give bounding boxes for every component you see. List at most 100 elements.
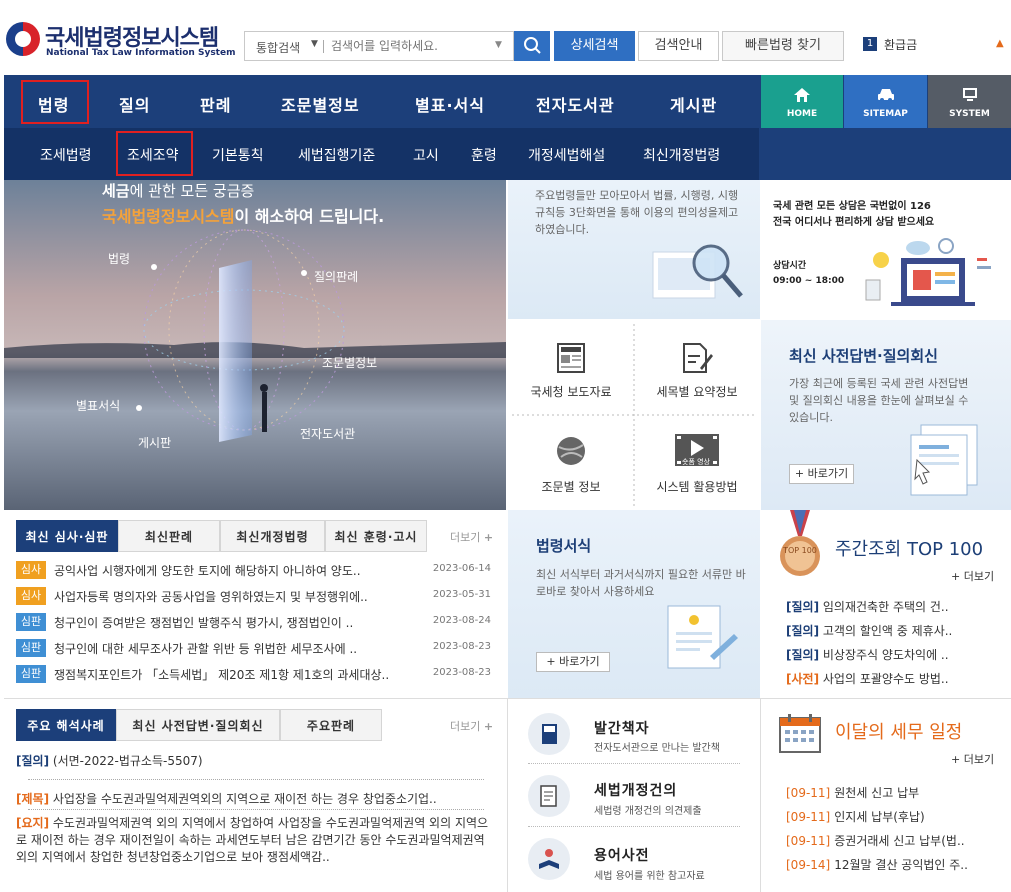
short-video-badge: 숏폼 영상 bbox=[682, 458, 710, 466]
hero-illustration bbox=[4, 229, 506, 442]
subnav-latest-revisions[interactable]: 최신개정법령 bbox=[643, 145, 720, 165]
publication-title[interactable]: 용어사전 bbox=[594, 845, 650, 865]
quick-link-press-label: 국세청 보도자료 bbox=[530, 385, 612, 399]
tab-latest-precedents[interactable]: 최신판례 bbox=[118, 520, 220, 552]
forms-goto-button[interactable]: + 바로가기 bbox=[536, 652, 610, 672]
top100-item[interactable]: [질의] 비상장주식 양도차익에 .. bbox=[786, 646, 971, 662]
news-row[interactable]: 심사 사업자등록 명의자와 공동사업을 영위하였는지 및 부정행위에.. 202… bbox=[16, 587, 491, 605]
schedule-more-link[interactable]: + 더보기 bbox=[951, 751, 994, 767]
nav-precedent[interactable]: 판례 bbox=[200, 92, 231, 116]
consultation-hours: 09:00 ~ 18:00 bbox=[773, 276, 845, 286]
law-promo-text: 주요법령들만 모아모아서 법률, 시행령, 시행규칙등 3단화면을 통해 이용의… bbox=[535, 189, 739, 236]
schedule-item[interactable]: [09-11] 증권거래세 신고 납부(법.. bbox=[786, 832, 976, 849]
news-badge: 심판 bbox=[16, 665, 46, 683]
commentary-case-id[interactable]: [질의] (서면-2022-법규소득-5507) bbox=[16, 752, 203, 769]
nav-inquiry[interactable]: 질의 bbox=[119, 92, 150, 116]
plus-icon: + bbox=[483, 531, 494, 544]
nav-forms[interactable]: 별표·서식 bbox=[415, 92, 485, 116]
quick-link-tax-summary-label: 세목별 요약정보 bbox=[656, 385, 738, 399]
publication-title[interactable]: 발간책자 bbox=[594, 718, 650, 738]
commentary-title[interactable]: [제목] 사업장을 수도권과밀억제권역외의 지역으로 재이전 하는 경우 창업중… bbox=[16, 790, 491, 807]
search-history-dropdown-icon[interactable]: ▼ bbox=[495, 40, 502, 50]
subnav-notices[interactable]: 고시 bbox=[413, 145, 439, 165]
tab-latest-review-trial[interactable]: 최신 심사·심판 bbox=[16, 520, 118, 552]
news-more-link[interactable]: 더보기 + bbox=[450, 529, 493, 545]
calendar-icon bbox=[778, 712, 822, 754]
quick-link-article-info[interactable]: 조문별 정보 bbox=[508, 415, 634, 510]
news-row[interactable]: 심판 쟁점복지포인트가 「소득세법」 제20조 제1항 제1호의 과세대상.. … bbox=[16, 665, 491, 683]
tab-latest-prerulings[interactable]: 최신 사전답변·질의회신 bbox=[116, 709, 280, 741]
prerulings-title[interactable]: 최신 사전답변·질의회신 bbox=[789, 345, 938, 366]
commentary-title-tag: [제목] bbox=[16, 792, 50, 806]
search-scope-select[interactable]: 통합검색 bbox=[256, 39, 300, 56]
top100-item-tag: [질의] bbox=[786, 600, 820, 614]
prerulings-description: 가장 최근에 등록된 국세 관련 사전답변 및 질의회신 내용을 한눈에 살펴보… bbox=[789, 377, 969, 424]
schedule-item[interactable]: [09-11] 인지세 납부(후납) bbox=[786, 808, 976, 825]
news-title[interactable]: 쟁점복지포인트가 「소득세법」 제20조 제1항 제1호의 과세대상.. bbox=[54, 666, 414, 683]
hero-label-board[interactable]: 게시판 bbox=[138, 434, 171, 451]
publication-subtitle: 세법령 개정건의 의견제출 bbox=[594, 806, 702, 817]
schedule-title[interactable]: 이달의 세무 일정 bbox=[835, 718, 962, 744]
quick-link-tax-summary[interactable]: 세목별 요약정보 bbox=[634, 320, 760, 415]
home-icon bbox=[794, 88, 810, 102]
tab-major-interpretations[interactable]: 주요 해석사례 bbox=[16, 709, 116, 741]
top100-item-title: 고객의 할인액 중 제휴사.. bbox=[822, 624, 953, 638]
tab-major-precedents[interactable]: 주요판례 bbox=[280, 709, 382, 741]
news-title[interactable]: 청구인에 대한 세무조사가 관할 위반 등 위법한 세무조사에 .. bbox=[54, 640, 414, 657]
search-button[interactable] bbox=[514, 31, 550, 61]
top100-item[interactable]: [질의] 임의재건축한 주택의 건.. bbox=[786, 598, 971, 614]
quick-law-finder-button[interactable]: 빠른법령 찾기 bbox=[722, 31, 844, 61]
tab-latest-directives[interactable]: 최신 훈령·고시 bbox=[325, 520, 427, 552]
subnav-basic-rules[interactable]: 기본통칙 bbox=[212, 145, 264, 165]
top100-title[interactable]: 주간조회 TOP 100 bbox=[835, 535, 983, 561]
quick-link-system-guide[interactable]: 숏폼 영상 시스템 활용방법 bbox=[634, 415, 760, 510]
news-row[interactable]: 심판 청구인에 대한 세무조사가 관할 위반 등 위법한 세무조사에 .. 20… bbox=[16, 639, 491, 657]
popular-keyword-link[interactable]: 환급금 bbox=[884, 36, 917, 53]
news-title[interactable]: 사업자등록 명의자와 공동사업을 영위하였는지 및 부정행위에.. bbox=[54, 588, 414, 605]
hero-label-inquiry[interactable]: 질의판례 bbox=[314, 268, 358, 285]
subnav-tax-law[interactable]: 조세법령 bbox=[40, 145, 92, 165]
logo-emblem-icon[interactable] bbox=[6, 22, 40, 56]
home-button[interactable]: HOME bbox=[761, 75, 843, 128]
top100-more-link[interactable]: + 더보기 bbox=[951, 568, 994, 584]
news-row[interactable]: 심판 청구인이 증여받은 쟁점법인 발행주식 평가시, 쟁점법인이 .. 202… bbox=[16, 613, 491, 631]
quick-link-press[interactable]: 국세청 보도자료 bbox=[508, 320, 634, 415]
dictionary-icon bbox=[528, 838, 570, 880]
nav-e-library[interactable]: 전자도서관 bbox=[536, 92, 615, 116]
nav-article-info[interactable]: 조문별정보 bbox=[281, 92, 360, 116]
nav-board[interactable]: 게시판 bbox=[670, 92, 717, 116]
commentary-title-text: 사업장을 수도권과밀억제권역외의 지역으로 재이전 하는 경우 창업중소기업.. bbox=[52, 792, 437, 806]
subnav-revision-commentary[interactable]: 개정세법해설 bbox=[528, 145, 605, 165]
news-badge: 심사 bbox=[16, 587, 46, 605]
subnav-directives[interactable]: 훈령 bbox=[471, 145, 497, 165]
schedule-item[interactable]: [09-14] 12월말 결산 공익법인 주.. bbox=[786, 856, 976, 873]
newspaper-icon bbox=[557, 343, 585, 373]
sitemap-button[interactable]: SITEMAP bbox=[844, 75, 927, 128]
schedule-date: [09-14] bbox=[786, 858, 831, 872]
top100-item[interactable]: [질의] 고객의 할인액 중 제휴사.. bbox=[786, 622, 971, 638]
hero-label-forms[interactable]: 별표서식 bbox=[76, 397, 120, 414]
forms-title[interactable]: 법령서식 bbox=[536, 535, 591, 556]
commentary-more-link[interactable]: 더보기 + bbox=[450, 718, 493, 734]
hero-label-library[interactable]: 전자도서관 bbox=[300, 425, 355, 442]
subnav-enforcement-standards[interactable]: 세법집행기준 bbox=[298, 145, 375, 165]
search-input[interactable] bbox=[331, 38, 491, 54]
publication-subtitle: 세법 용어를 위한 참고자료 bbox=[594, 871, 705, 882]
hero-label-article[interactable]: 조문별정보 bbox=[322, 354, 377, 371]
tab-latest-revisions[interactable]: 최신개정법령 bbox=[220, 520, 325, 552]
caret-down-icon[interactable]: ▼ bbox=[311, 39, 318, 49]
highlight-box-tax-treaty bbox=[116, 131, 193, 176]
news-title[interactable]: 공익사업 시행자에게 양도한 토지에 해당하지 아니하여 양도.. bbox=[54, 562, 414, 579]
hero-label-law[interactable]: 법령 bbox=[108, 250, 130, 267]
schedule-item[interactable]: [09-11] 원천세 신고 납부 bbox=[786, 784, 976, 801]
news-row[interactable]: 심사 공익사업 시행자에게 양도한 토지에 해당하지 아니하여 양도.. 202… bbox=[16, 561, 491, 579]
search-guide-button[interactable]: 검색안내 bbox=[638, 31, 719, 61]
news-title[interactable]: 청구인이 증여받은 쟁점법인 발행주식 평가시, 쟁점법인이 .. bbox=[54, 614, 414, 631]
prerulings-goto-button[interactable]: + 바로가기 bbox=[789, 464, 854, 484]
top100-item[interactable]: [사전] 사업의 포괄양수도 방법.. bbox=[786, 670, 971, 686]
book-icon bbox=[528, 713, 570, 755]
publication-title[interactable]: 세법개정건의 bbox=[594, 780, 677, 800]
commentary-summary[interactable]: [요지] 수도권과밀억제권역 외의 지역에서 창업하여 사업장을 수도권과밀억제… bbox=[16, 815, 491, 866]
advanced-search-button[interactable]: 상세검색 bbox=[554, 31, 635, 61]
system-button[interactable]: SYSTEM bbox=[928, 75, 1011, 128]
